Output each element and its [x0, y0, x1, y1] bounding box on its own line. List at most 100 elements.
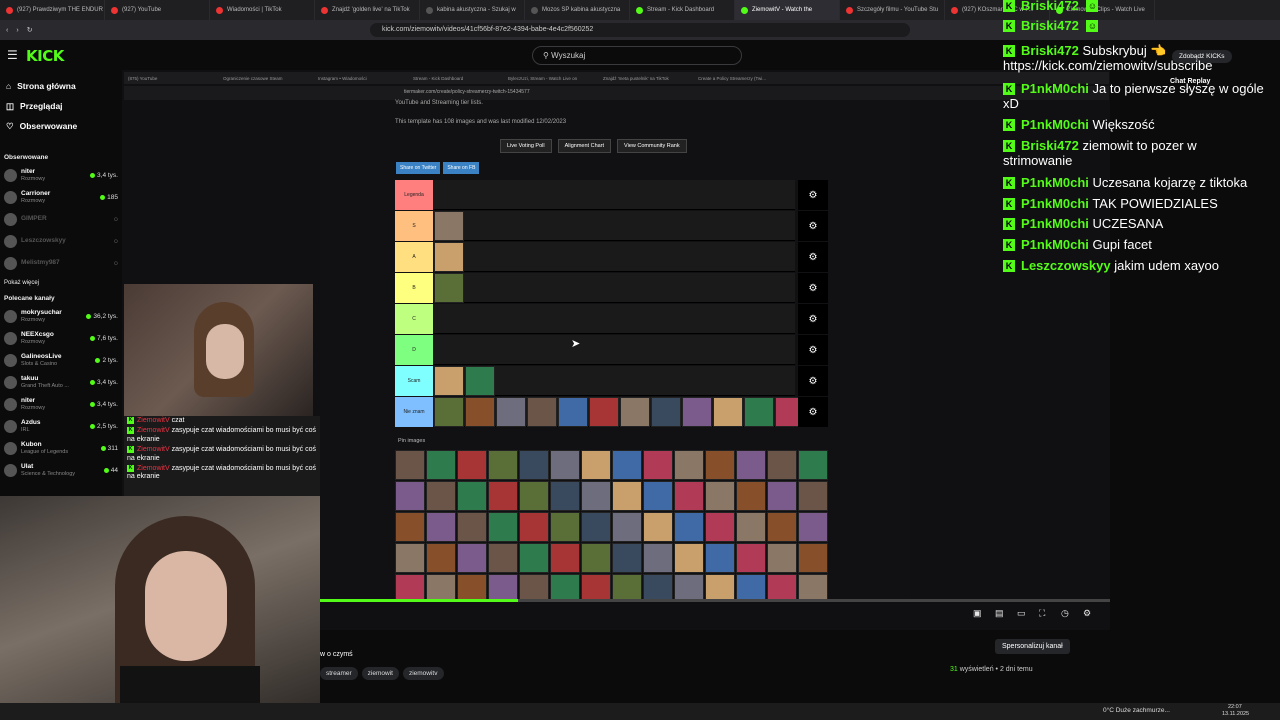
- browser-tab[interactable]: Wiadomości | TikTok: [210, 0, 315, 20]
- pool-image[interactable]: [643, 512, 673, 542]
- pool-image[interactable]: [705, 574, 735, 600]
- pool-image[interactable]: [612, 512, 642, 542]
- tier-image[interactable]: [620, 397, 650, 427]
- tier-button[interactable]: View Community Rank: [617, 139, 687, 153]
- pool-image[interactable]: [705, 512, 735, 542]
- browser-tab[interactable]: Mozos SP kabina akustyczna: [525, 0, 630, 20]
- pool-image[interactable]: [581, 450, 611, 480]
- pool-image[interactable]: [705, 450, 735, 480]
- chat-username[interactable]: P1nkM0chi: [1021, 175, 1089, 190]
- pool-image[interactable]: [798, 481, 828, 511]
- pool-image[interactable]: [488, 543, 518, 573]
- pool-image[interactable]: [736, 543, 766, 573]
- pool-image[interactable]: [612, 574, 642, 600]
- tier-label[interactable]: A: [395, 242, 433, 272]
- chat-username[interactable]: P1nkM0chi: [1021, 81, 1089, 96]
- pool-image[interactable]: [581, 512, 611, 542]
- show-more-link[interactable]: Pokaż więcej: [0, 274, 122, 289]
- pip-icon[interactable]: ▣: [973, 608, 982, 619]
- back-icon[interactable]: ‹: [6, 27, 8, 34]
- pool-image[interactable]: [457, 543, 487, 573]
- browser-tab[interactable]: Szczegóły filmu - YouTube Stu: [840, 0, 945, 20]
- tier-label[interactable]: C: [395, 304, 433, 334]
- menu-icon[interactable]: ☰: [7, 48, 18, 62]
- pool-image[interactable]: [550, 512, 580, 542]
- browser-tab[interactable]: Znajdź 'golden live' na TikTok: [315, 0, 420, 20]
- pool-image[interactable]: [488, 574, 518, 600]
- tier-image[interactable]: [434, 366, 464, 396]
- pool-image[interactable]: [457, 481, 487, 511]
- pool-image[interactable]: [488, 450, 518, 480]
- pool-image[interactable]: [767, 574, 797, 600]
- channel-item[interactable]: niter Rozmowy 3,4 tys.: [0, 393, 122, 415]
- url-field[interactable]: kick.com/ziemowitv/videos/41cf56bf-87e2-…: [370, 23, 910, 37]
- channel-item[interactable]: Ulat Science & Technology 44: [0, 459, 122, 481]
- nav-item[interactable]: ⌂ Strona główna: [0, 76, 122, 96]
- pool-image[interactable]: [395, 543, 425, 573]
- tier-image[interactable]: [434, 242, 464, 272]
- pool-image[interactable]: [426, 481, 456, 511]
- pool-image[interactable]: [457, 574, 487, 600]
- pool-image[interactable]: [736, 450, 766, 480]
- tier-settings-icon[interactable]: ⚙: [798, 397, 828, 427]
- pool-image[interactable]: [519, 574, 549, 600]
- tier-settings-icon[interactable]: ⚙: [798, 273, 828, 303]
- pool-image[interactable]: [550, 481, 580, 511]
- forward-icon[interactable]: ›: [16, 27, 18, 34]
- pool-image[interactable]: [674, 512, 704, 542]
- tier-image[interactable]: [682, 397, 712, 427]
- pool-image[interactable]: [767, 450, 797, 480]
- pool-image[interactable]: [798, 543, 828, 573]
- chat-username[interactable]: Briski472: [1021, 0, 1079, 13]
- pool-image[interactable]: [426, 574, 456, 600]
- tier-image[interactable]: [651, 397, 681, 427]
- pool-image[interactable]: [519, 543, 549, 573]
- pool-image[interactable]: [519, 512, 549, 542]
- browser-tab[interactable]: kabina akustyczna - Szukaj w: [420, 0, 525, 20]
- pool-image[interactable]: [736, 512, 766, 542]
- pool-image[interactable]: [612, 450, 642, 480]
- channel-item[interactable]: niter Rozmowy 3,4 tys.: [0, 164, 122, 186]
- browser-tab[interactable]: (927) YouTube: [105, 0, 210, 20]
- share-button[interactable]: Share on FB: [443, 162, 480, 174]
- pool-image[interactable]: [457, 450, 487, 480]
- tier-image[interactable]: [465, 397, 495, 427]
- speed-icon[interactable]: ◷: [1061, 608, 1069, 619]
- tier-image[interactable]: [589, 397, 619, 427]
- tier-settings-icon[interactable]: ⚙: [798, 335, 828, 365]
- pool-image[interactable]: [674, 481, 704, 511]
- chat-username[interactable]: Leszczowskyy: [1021, 258, 1111, 273]
- tier-image[interactable]: [713, 397, 743, 427]
- pool-image[interactable]: [674, 543, 704, 573]
- tier-label[interactable]: Nie znam: [395, 397, 433, 427]
- chat-username[interactable]: Briski472: [1021, 18, 1079, 33]
- channel-item[interactable]: mokrysuchar Rozmowy 36,2 tys.: [0, 305, 122, 327]
- pool-image[interactable]: [519, 450, 549, 480]
- tier-button[interactable]: Live Voting Poll: [500, 139, 552, 153]
- tier-image[interactable]: [527, 397, 557, 427]
- pool-image[interactable]: [550, 450, 580, 480]
- pool-image[interactable]: [426, 450, 456, 480]
- tier-image[interactable]: [465, 366, 495, 396]
- tier-settings-icon[interactable]: ⚙: [798, 304, 828, 334]
- channel-item[interactable]: GalineosLive Slots & Casino 2 tys.: [0, 349, 122, 371]
- tier-image[interactable]: [496, 397, 526, 427]
- channel-item[interactable]: Azdus IRL 2,5 tys.: [0, 415, 122, 437]
- settings-icon[interactable]: ⚙: [1083, 608, 1091, 619]
- pool-image[interactable]: [705, 543, 735, 573]
- tier-label[interactable]: D: [395, 335, 433, 365]
- tier-label[interactable]: B: [395, 273, 433, 303]
- pool-image[interactable]: [798, 450, 828, 480]
- channel-item[interactable]: NEEXcsgo Rozmowy 7,6 tys.: [0, 327, 122, 349]
- chat-username[interactable]: P1nkM0chi: [1021, 117, 1089, 132]
- tier-settings-icon[interactable]: ⚙: [798, 366, 828, 396]
- pool-image[interactable]: [674, 450, 704, 480]
- chat-username[interactable]: P1nkM0chi: [1021, 216, 1089, 231]
- pool-image[interactable]: [767, 543, 797, 573]
- clip-icon[interactable]: ▤: [995, 608, 1004, 619]
- pool-image[interactable]: [736, 574, 766, 600]
- chat-username[interactable]: P1nkM0chi: [1021, 196, 1089, 211]
- tier-label[interactable]: Legenda: [395, 180, 433, 210]
- pool-image[interactable]: [519, 481, 549, 511]
- pool-image[interactable]: [767, 512, 797, 542]
